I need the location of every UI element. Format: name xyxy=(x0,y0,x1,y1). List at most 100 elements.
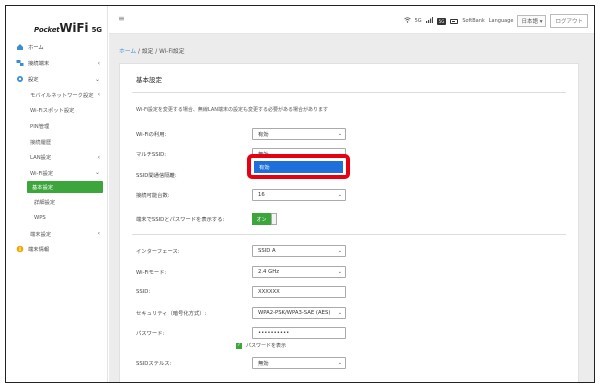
select-value: 16 xyxy=(258,192,265,198)
sidebar-item-label: 設定 xyxy=(28,77,39,83)
wifi-mode-row: Wi-Fiモード: 2.4 GHz ⌄ xyxy=(136,265,578,279)
select-value: 無効 xyxy=(258,361,269,367)
sidebar-item-basic[interactable]: 基本設定 xyxy=(27,180,103,193)
chevron-down-icon: ⌄ xyxy=(337,248,342,254)
logo-part3: 5G xyxy=(91,26,102,34)
sidebar-item-lan[interactable]: LAN設定 ‹ xyxy=(6,149,108,165)
sidebar-item-label: 端末情報 xyxy=(28,247,50,254)
sidebar-item-label: 接続履歴 xyxy=(30,139,52,146)
chevron-down-icon: ⌄ xyxy=(337,310,342,316)
sidebar-item-label: Wi-Fiスポット設定 xyxy=(30,108,75,115)
logout-button[interactable]: ログアウト xyxy=(550,14,588,28)
max-clients-select[interactable]: 16 ⌄ xyxy=(252,189,346,201)
dropdown-option-enabled[interactable]: 有効 xyxy=(254,161,343,173)
logo: PocketWiFi 5G xyxy=(34,21,102,35)
chevron-left-icon: ‹ xyxy=(97,153,100,161)
language-value: 日本語 xyxy=(521,19,538,25)
chevron-down-icon: ⌄ xyxy=(337,360,342,366)
sidebar-item-label: 基本設定 xyxy=(32,184,54,191)
app-window: PocketWiFi 5G ホーム 接続端末 ‹ 設定 ⌄ モバイルネットワーク… xyxy=(5,5,595,383)
wifi-mode-select[interactable]: 2.4 GHz ⌄ xyxy=(252,266,346,278)
security-select[interactable]: WPA2-PSK/WPA3-SAE (AES) ⌄ xyxy=(252,307,346,319)
sidebar-item-device-info[interactable]: 端末情報 xyxy=(6,241,108,257)
sidebar-item-wifi-spot[interactable]: Wi-Fiスポット設定 xyxy=(6,103,108,119)
network-badge: 5G xyxy=(436,17,447,25)
settings-panel: 基本設定 Wi-Fi設定を変更する場合、無線LAN端末の設定も変更する必要がある… xyxy=(119,63,579,382)
interface-row: インターフェース: SSID A ⌄ xyxy=(136,244,578,258)
wifi-use-select[interactable]: 有効 ⌄ xyxy=(252,128,346,140)
chevron-down-icon: ⌄ xyxy=(337,269,342,275)
chevron-down-icon: ⌄ xyxy=(94,75,100,83)
checkbox-label: パスワードを表示 xyxy=(246,343,287,349)
sidebar-item-label: PIN管理 xyxy=(30,123,50,130)
signal-text: 5G xyxy=(414,18,422,24)
chevron-left-icon: ‹ xyxy=(97,230,100,238)
select-value: 有効 xyxy=(258,132,269,138)
divider xyxy=(132,92,566,93)
sidebar-item-label: WPS xyxy=(34,214,46,221)
interface-select[interactable]: SSID A ⌄ xyxy=(252,245,346,257)
sidebar-item-wps[interactable]: WPS xyxy=(6,210,108,226)
sidebar-item-mobile-network[interactable]: モバイルネットワーク設定 ‹ xyxy=(6,87,108,103)
sidebar-item-label: 接続端末 xyxy=(28,61,50,67)
sidebar-item-settings[interactable]: 設定 ⌄ xyxy=(6,71,108,87)
language-label: Language xyxy=(488,18,514,24)
status-area: 5G 5G SoftBank Language 日本語 ▾ ログアウト xyxy=(403,14,588,28)
sidebar-item-history[interactable]: 接続履歴 xyxy=(6,134,108,150)
field-label: セキュリティ（暗号化方式）: xyxy=(136,311,207,317)
ssid-row: SSID: XXXXXX xyxy=(136,285,578,299)
language-select[interactable]: 日本語 ▾ xyxy=(517,15,547,27)
password-row: パスワード: •••••••••• xyxy=(136,326,578,340)
ssid-stealth-select[interactable]: 無効 ⌄ xyxy=(252,357,346,369)
select-value: 2.4 GHz xyxy=(258,269,279,275)
field-label: マルチSSID: xyxy=(136,152,167,158)
field-label: SSID間通信隔離: xyxy=(136,173,177,179)
sidebar-item-label: 詳細設定 xyxy=(34,200,56,207)
breadcrumb: ホーム / 設定 / Wi-Fi設定 xyxy=(119,46,185,55)
field-label: Wi-Fiの利用: xyxy=(136,132,167,138)
breadcrumb-home[interactable]: ホーム xyxy=(119,49,136,55)
sidebar-item-device-settings[interactable]: 端末設定 ‹ xyxy=(6,226,108,242)
select-value: SSID A xyxy=(258,248,276,254)
chevron-down-icon: ⌄ xyxy=(337,131,342,137)
ssid-stealth-row: SSIDステルス: 無効 ⌄ xyxy=(136,356,578,370)
sidebar-item-pin[interactable]: PIN管理 xyxy=(6,118,108,134)
sidebar-item-wifi[interactable]: Wi-Fi設定 ⌄ xyxy=(6,165,108,181)
sidebar-item-label: 端末設定 xyxy=(30,231,52,238)
show-ssid-pw-toggle[interactable]: オン xyxy=(252,213,277,225)
home-icon xyxy=(16,43,24,51)
carrier-name: SoftBank xyxy=(462,18,485,24)
show-password-checkbox[interactable]: ✓ パスワードを表示 xyxy=(236,342,286,349)
wifi-use-row: Wi-Fiの利用: 有効 ⌄ xyxy=(136,127,578,141)
sidebar-item-label: モバイルネットワーク設定 xyxy=(30,92,94,99)
multi-ssid-row: マルチSSID: 無効 ⌄ xyxy=(136,147,578,161)
dropdown-highlight: 有効 xyxy=(247,154,350,179)
chevron-down-icon: ⌄ xyxy=(94,169,100,177)
breadcrumb-rest: / 設定 / Wi-Fi設定 xyxy=(136,49,185,55)
battery-icon xyxy=(450,18,459,24)
sidebar-item-devices[interactable]: 接続端末 ‹ xyxy=(6,55,108,71)
divider xyxy=(132,234,566,235)
chevron-down-icon: ⌄ xyxy=(337,192,342,198)
checkbox-checked-icon: ✓ xyxy=(236,342,242,349)
info-icon xyxy=(16,245,24,253)
sidebar-item-home[interactable]: ホーム xyxy=(6,39,108,55)
chevron-left-icon: ‹ xyxy=(97,59,100,67)
chevron-left-icon: ‹ xyxy=(97,91,100,99)
password-input[interactable]: •••••••••• xyxy=(252,327,346,339)
menu-icon[interactable]: ≡ xyxy=(118,14,125,23)
sidebar-item-advanced[interactable]: 詳細設定 xyxy=(6,195,108,211)
top-bar: ≡ 5G 5G SoftBank Language 日本語 ▾ ログアウト xyxy=(109,6,594,34)
toggle-on-label: オン xyxy=(252,213,271,225)
field-label: SSID: xyxy=(136,289,151,295)
sidebar-item-label: LAN設定 xyxy=(30,155,52,162)
devices-icon xyxy=(16,59,24,67)
sidebar: PocketWiFi 5G ホーム 接続端末 ‹ 設定 ⌄ モバイルネットワーク… xyxy=(6,6,108,382)
notice-text: Wi-Fi設定を変更する場合、無線LAN端末の設定も変更する必要がある場合があり… xyxy=(136,107,328,113)
wifi-icon xyxy=(403,17,411,25)
ssid-input[interactable]: XXXXXX xyxy=(252,286,346,298)
show-ssid-pw-row: 端末でSSIDとパスワードを表示する: オン xyxy=(136,212,578,226)
logo-part2: WiFi xyxy=(59,21,89,35)
gear-icon xyxy=(16,75,24,83)
field-label: インターフェース: xyxy=(136,249,180,255)
